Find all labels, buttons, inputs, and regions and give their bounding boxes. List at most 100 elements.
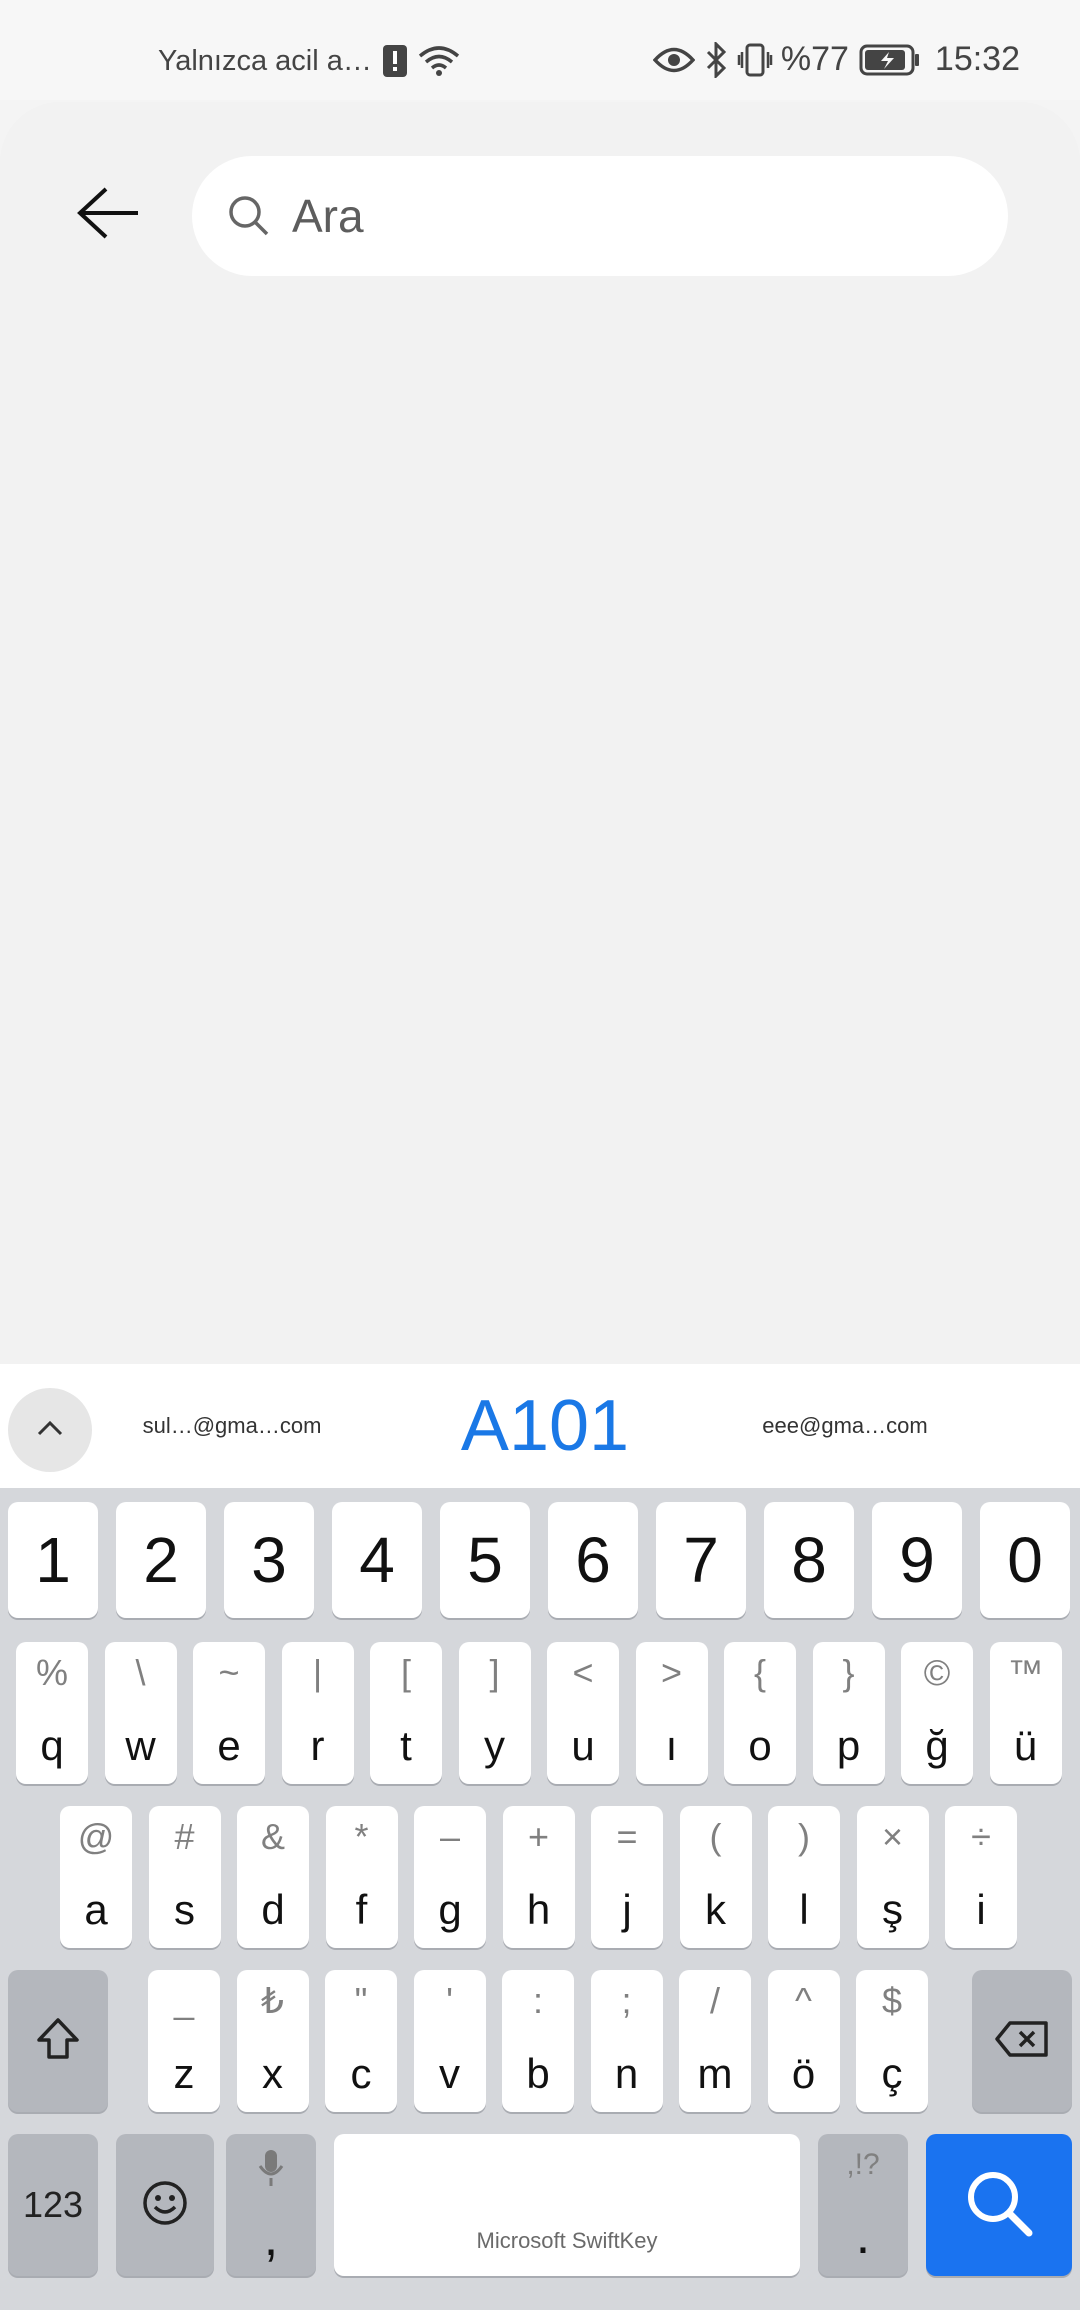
key-b[interactable]: :b	[502, 1970, 574, 2112]
key-j-secondary: =	[616, 1816, 638, 1857]
key-8[interactable]: 8	[764, 1502, 854, 1618]
key-l[interactable]: ) l	[768, 1806, 840, 1948]
key-z-secondary: _	[173, 1980, 195, 2021]
key-s-secondary: #	[174, 1816, 195, 1857]
comma-mic-key[interactable]: ,	[226, 2134, 316, 2276]
key-7-label: 7	[683, 1524, 719, 1596]
key-v-label: v	[439, 2050, 460, 2097]
key-a[interactable]: @ a	[60, 1806, 132, 1948]
search-input[interactable]	[292, 189, 932, 243]
key-ç-secondary: $	[881, 1980, 903, 2021]
key-x-secondary: ₺	[261, 1980, 284, 2021]
key-1[interactable]: 1	[8, 1502, 98, 1618]
key-p-secondary: }	[842, 1652, 855, 1693]
key-6[interactable]: 6	[548, 1502, 638, 1618]
key-d[interactable]: & d	[237, 1806, 309, 1948]
key-4[interactable]: 4	[332, 1502, 422, 1618]
key-a-label: a	[84, 1886, 108, 1933]
eye-icon	[652, 45, 695, 75]
key-k-label: k	[705, 1886, 726, 1933]
key-2-label: 2	[143, 1524, 179, 1596]
key-s[interactable]: # s	[148, 1806, 221, 1948]
key-n[interactable]: ; n	[590, 1970, 663, 2112]
space-key[interactable]: Microsoft SwiftKey	[334, 2134, 800, 2276]
key-d-label: d	[261, 1886, 285, 1933]
key-g-label: g	[438, 1886, 462, 1933]
key-f-label: f	[355, 1886, 368, 1933]
key-2[interactable]: 2	[116, 1502, 206, 1618]
key-i-secondary: ÷	[971, 1816, 991, 1857]
key-e-secondary: ~	[218, 1652, 240, 1693]
key-f[interactable]: * f	[325, 1806, 398, 1948]
back-button[interactable]	[68, 180, 148, 250]
key-g[interactable]: – g	[414, 1806, 486, 1948]
key-h-secondary: +	[527, 1816, 550, 1857]
key-o-secondary: {	[753, 1652, 767, 1693]
key-9[interactable]: 9	[872, 1502, 962, 1618]
key-y[interactable]: ] y	[458, 1642, 531, 1784]
key-t-label: t	[400, 1722, 412, 1769]
suggestion-left[interactable]: sul…@gma…com	[112, 1364, 352, 1488]
key-k-secondary: (	[709, 1816, 722, 1857]
key-t-secondary: [	[400, 1652, 411, 1693]
battery-charging-icon	[859, 44, 921, 76]
key-ü[interactable]: ™ ü	[989, 1642, 1062, 1784]
battery-percent: %77	[780, 40, 849, 78]
key-j[interactable]: = j	[591, 1806, 663, 1948]
key-i[interactable]: ÷ i	[945, 1806, 1017, 1948]
key-w-secondary: \	[135, 1652, 146, 1693]
key-ı[interactable]: > ı	[635, 1642, 708, 1784]
key-o[interactable]: {o	[724, 1642, 796, 1784]
key-h[interactable]: + h	[502, 1806, 575, 1948]
shift-key[interactable]	[8, 1970, 108, 2112]
key-5[interactable]: 5	[440, 1502, 530, 1618]
key-p[interactable]: } p	[812, 1642, 885, 1784]
bluetooth-icon	[705, 41, 727, 78]
backspace-key[interactable]	[972, 1970, 1072, 2112]
key-n-secondary: ;	[621, 1980, 632, 2021]
suggestion-center[interactable]: A101	[400, 1364, 690, 1488]
key-3-label: 3	[251, 1524, 287, 1596]
key-ç[interactable]: $ ç	[856, 1970, 928, 2112]
search-page	[0, 102, 1080, 1364]
key-r[interactable]: | r	[281, 1642, 354, 1784]
key-e-label: e	[217, 1722, 241, 1769]
key-3[interactable]: 3	[224, 1502, 314, 1618]
suggestion-right[interactable]: eee@gma…com	[730, 1364, 960, 1488]
keyboard: 123 , Microsoft SwiftKey ,!? . 123456789…	[0, 1488, 1080, 2310]
key-ğ[interactable]: © ğ	[901, 1642, 973, 1784]
key-0[interactable]: 0	[980, 1502, 1070, 1618]
search-action-key[interactable]	[926, 2134, 1072, 2276]
key-ö-label: ö	[791, 2050, 816, 2097]
key-l-secondary: )	[798, 1816, 810, 1857]
clock: 15:32	[934, 40, 1020, 78]
shift-icon	[34, 2015, 82, 2068]
key-ö[interactable]: ^ ö	[767, 1970, 840, 2112]
key-z[interactable]: _ z	[148, 1970, 220, 2112]
key-y-secondary: ]	[489, 1652, 500, 1693]
key-w[interactable]: \ w	[104, 1642, 177, 1784]
key-u[interactable]: < u	[547, 1642, 619, 1784]
key-c[interactable]: " c	[325, 1970, 397, 2112]
expand-toolbar-button[interactable]	[8, 1388, 92, 1472]
key-ş[interactable]: × ş	[856, 1806, 929, 1948]
period-secondary: ,!?	[846, 2148, 880, 2181]
key-7[interactable]: 7	[656, 1502, 746, 1618]
key-x[interactable]: ₺ x	[236, 1970, 309, 2112]
emoji-key[interactable]	[116, 2134, 214, 2276]
key-ç-label: ç	[881, 2050, 903, 2097]
key-v[interactable]: ' v	[413, 1970, 486, 2112]
period-key[interactable]: ,!? .	[818, 2134, 908, 2276]
key-m[interactable]: / m	[679, 1970, 751, 2112]
key-k[interactable]: (k	[679, 1806, 752, 1948]
search-bar[interactable]	[192, 156, 1008, 276]
key-j-label: j	[622, 1886, 632, 1933]
key-q[interactable]: % q	[16, 1642, 88, 1784]
key-e[interactable]: ~ e	[193, 1642, 265, 1784]
key-ğ-label: ğ	[925, 1722, 949, 1769]
back-arrow-icon	[76, 185, 140, 246]
key-t[interactable]: [t	[370, 1642, 442, 1784]
key-z-label: z	[173, 2050, 195, 2097]
numbers-key[interactable]: 123	[8, 2134, 98, 2276]
key-ü-label: ü	[1013, 1722, 1038, 1769]
